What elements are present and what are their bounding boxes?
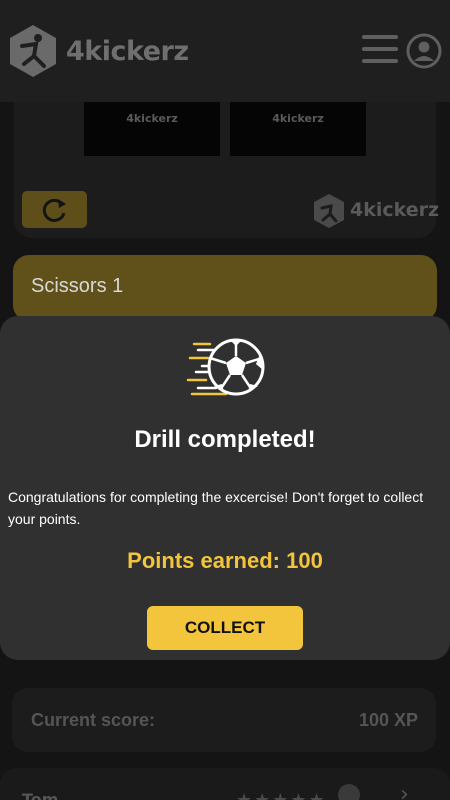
score-label: Current score: [31,710,156,730]
watermark-text: 4kickerz [350,199,440,221]
chevron-right-icon[interactable]: › [400,782,409,800]
video-card: 4kickerz 4kickerz 4kickerz [14,102,440,238]
player-name: Tom [22,790,59,800]
collect-button[interactable]: COLLECT [147,606,303,650]
modal-title: Drill completed! [134,426,316,453]
modal-message: Congratulations for completing the excer… [8,489,424,527]
replay-button[interactable] [22,191,87,228]
video-watermark: 4kickerz [312,191,440,231]
drill-title: Scissors 1 [31,275,124,297]
score-value: 100 XP [358,710,418,730]
drill-title-bar: Scissors 1 [13,255,437,321]
soccer-ball-speed-icon [186,338,265,396]
hamburger-menu-icon[interactable] [362,35,398,65]
app-header: 4kickerz [0,0,450,102]
list-item[interactable]: Tom ★★★★★ › [0,768,450,800]
video-thumbnail[interactable]: 4kickerz [84,102,220,156]
points-earned: Points earned: 100 [127,548,323,573]
drill-completed-modal: Drill completed! Congratulations for com… [0,316,450,660]
refresh-icon [42,198,66,222]
current-score-card: Current score: 100 XP [12,688,436,752]
thumbnail-label: 4kickerz [126,112,178,125]
video-thumbnail[interactable]: 4kickerz [230,102,366,156]
kicker-logo-icon [314,194,344,228]
brand-name: 4kickerz [66,36,189,67]
star-rating: ★★★★★ [236,790,327,800]
thumbnail-label: 4kickerz [272,112,324,125]
user-account-icon[interactable] [406,33,442,69]
kicker-logo-icon[interactable] [8,24,58,78]
rank-badge-icon [338,784,360,800]
